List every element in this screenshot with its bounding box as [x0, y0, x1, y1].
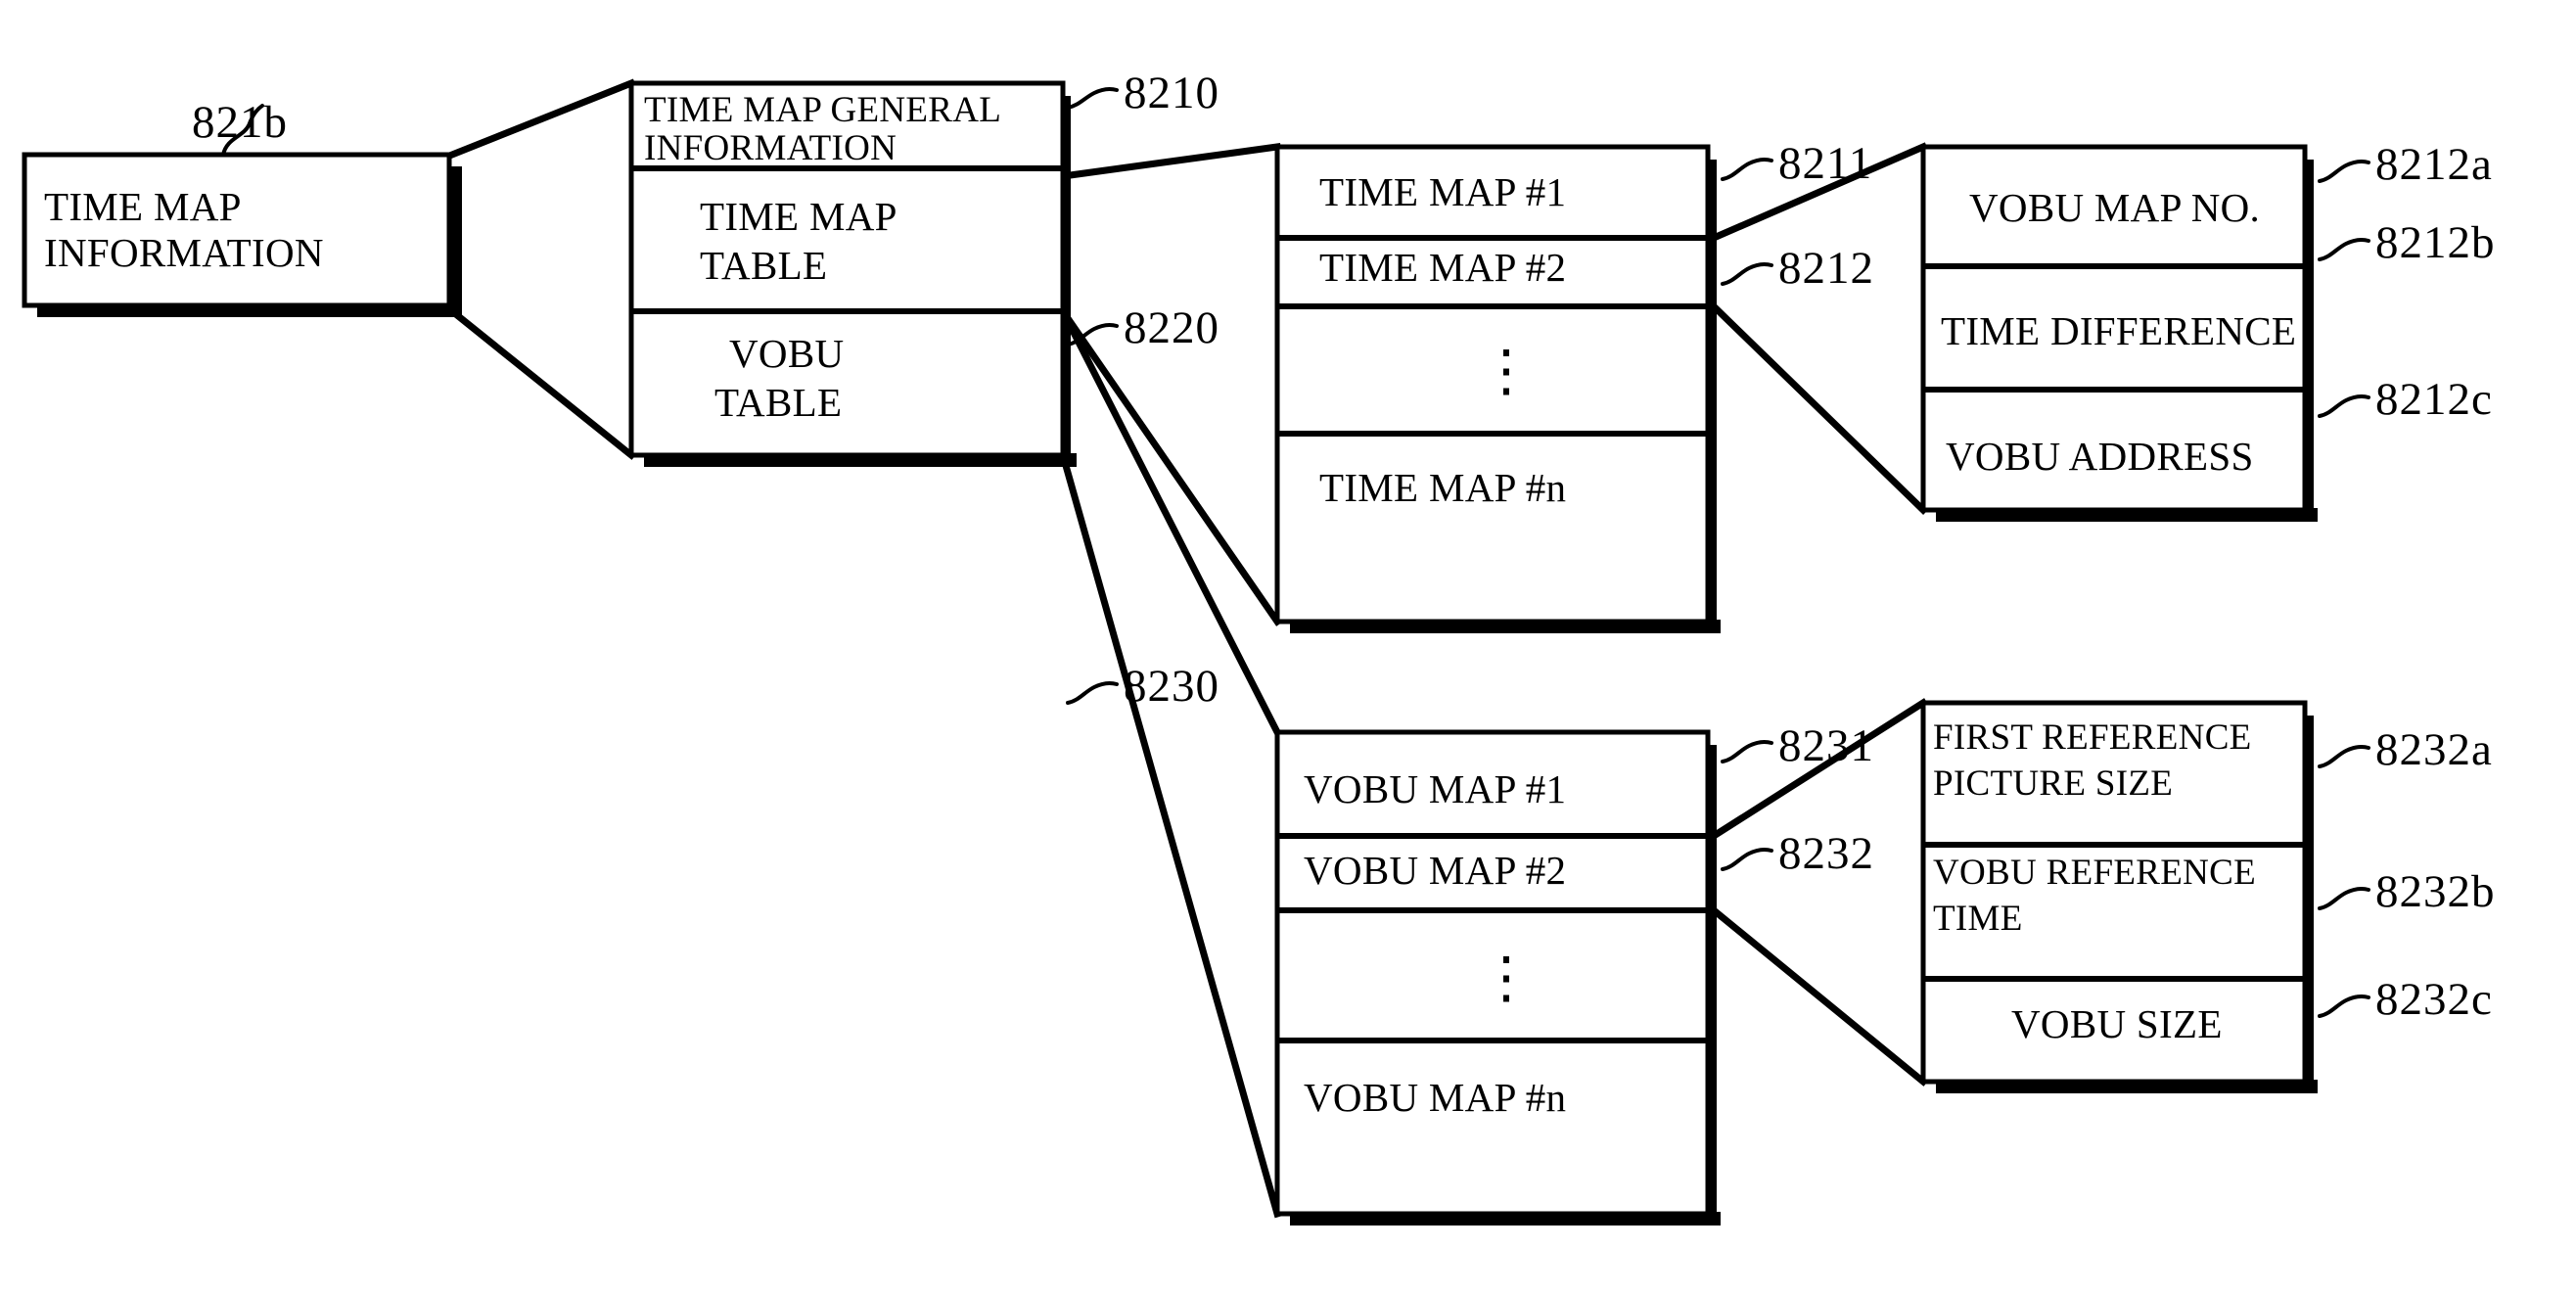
box3-row1-label: TIME MAP #2: [1319, 245, 1566, 290]
patent-figure: TIME MAP INFORMATION TIME MAP GENERAL IN…: [0, 0, 2576, 1295]
box-vobu-map-entry-fields[interactable]: FIRST REFERENCE PICTURE SIZE VOBU REFERE…: [1920, 700, 2318, 1093]
box6-row0-line1: FIRST REFERENCE: [1933, 717, 2252, 758]
box2-row0-line1: TIME MAP GENERAL: [644, 90, 1001, 130]
ref-8232a: 8232a: [2375, 724, 2493, 775]
connector-box1-bottom: [447, 306, 636, 460]
leader-8232: [1721, 848, 1773, 871]
box1-label-line1: TIME MAP: [44, 184, 242, 229]
ref-821b: 821b: [192, 97, 288, 148]
ref-8232c: 8232c: [2375, 974, 2493, 1025]
box6-row1-line2: TIME: [1933, 899, 2023, 939]
leader-8212b: [2318, 238, 2370, 261]
leader-8212: [1721, 262, 1773, 286]
box3-row2-ellipsis: ⋮: [1478, 339, 1535, 402]
leader-8232b: [2318, 887, 2370, 910]
ref-8212: 8212: [1778, 243, 1874, 294]
box3-row3-label: TIME MAP #n: [1319, 465, 1566, 510]
leader-8230: [1066, 681, 1119, 705]
ref-8232b: 8232b: [2375, 866, 2496, 917]
box5-row3-label: VOBU MAP #n: [1304, 1075, 1566, 1120]
ref-8212c: 8212c: [2375, 374, 2493, 425]
box4-row2-label: VOBU ADDRESS: [1946, 434, 2254, 479]
diagram-canvas: TIME MAP INFORMATION TIME MAP GENERAL IN…: [22, 68, 2496, 1226]
box2-row1-line2: TABLE: [700, 243, 827, 288]
ref-8231: 8231: [1778, 720, 1874, 771]
connector-timemaptable-top: [1059, 143, 1281, 180]
ref-8212b: 8212b: [2375, 217, 2496, 268]
box2-row1-line1: TIME MAP: [700, 194, 897, 239]
ref-8212a: 8212a: [2375, 139, 2493, 190]
box5-row2-ellipsis: ⋮: [1478, 946, 1535, 1009]
box5-row0-label: VOBU MAP #1: [1304, 766, 1566, 811]
connector-vobumap2-bottom: [1709, 905, 1928, 1087]
box-time-map-entry-fields[interactable]: VOBU MAP NO. TIME DIFFERENCE VOBU ADDRES…: [1920, 144, 2318, 522]
ref-8210: 8210: [1124, 68, 1219, 118]
connector-vobutable-bottom: [1058, 450, 1282, 1219]
box6-row2-line1: VOBU SIZE: [2011, 1001, 2223, 1046]
box-vobu-table-entries[interactable]: VOBU MAP #1 VOBU MAP #2 ⋮ VOBU MAP #n: [1274, 729, 1721, 1226]
leader-8212a: [2318, 160, 2370, 183]
box-time-map-information[interactable]: TIME MAP INFORMATION: [22, 152, 462, 317]
box4-row1-label: TIME DIFFERENCE: [1941, 308, 2296, 353]
connector-timemap2-bottom: [1709, 301, 1928, 515]
box2-row2-line1: VOBU: [729, 331, 844, 376]
box1-label-line2: INFORMATION: [44, 230, 324, 275]
leader-8232c: [2318, 994, 2370, 1018]
box-time-map-info-detail[interactable]: TIME MAP GENERAL INFORMATION TIME MAP TA…: [628, 80, 1077, 467]
box4-row0-label: VOBU MAP NO.: [1969, 185, 2260, 230]
connector-box1-top: [447, 78, 636, 160]
box6-row0-line2: PICTURE SIZE: [1933, 763, 2173, 804]
leader-8212c: [2318, 394, 2370, 418]
leader-8211: [1721, 158, 1773, 181]
ref-8211: 8211: [1778, 138, 1872, 189]
box6-row-vobu-size[interactable]: VOBU SIZE: [2011, 1001, 2223, 1046]
ref-8220: 8220: [1124, 302, 1219, 353]
ref-8230: 8230: [1124, 661, 1219, 712]
leader-8231: [1721, 740, 1773, 763]
box5-row1-label: VOBU MAP #2: [1304, 848, 1566, 893]
ref-8232: 8232: [1778, 828, 1874, 879]
leader-8210: [1066, 87, 1119, 110]
box-time-map-table-entries[interactable]: TIME MAP #1 TIME MAP #2 ⋮ TIME MAP #n: [1274, 144, 1721, 633]
box2-row2-line2: TABLE: [714, 380, 842, 425]
box2-row0-line2: INFORMATION: [644, 128, 897, 168]
box6-row1-line1: VOBU REFERENCE: [1933, 853, 2256, 893]
leader-8232a: [2318, 745, 2370, 768]
box3-row0-label: TIME MAP #1: [1319, 169, 1566, 214]
